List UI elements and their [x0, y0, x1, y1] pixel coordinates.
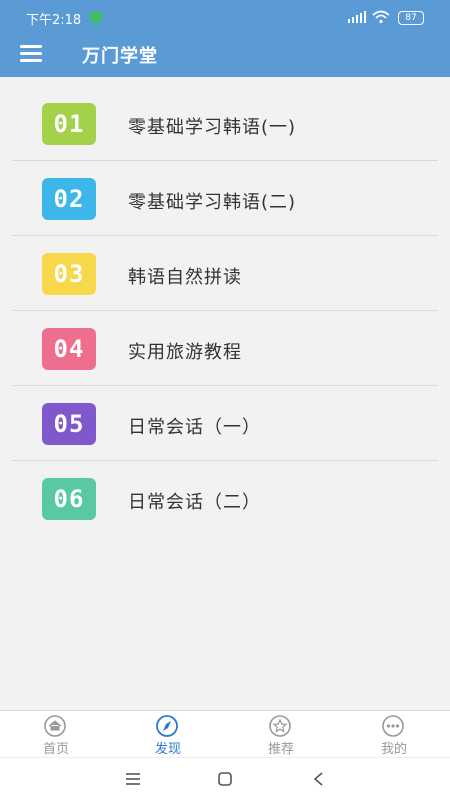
- menu-icon[interactable]: [20, 44, 44, 62]
- course-title: 零基础学习韩语(二): [128, 192, 297, 213]
- tab-label: 发现: [154, 742, 181, 757]
- star-icon: [269, 715, 291, 737]
- course-item-05[interactable]: 05 日常会话（一）: [12, 386, 438, 461]
- signal-icon: [348, 11, 366, 23]
- course-title: 实用旅游教程: [128, 342, 242, 363]
- notification-icon: [90, 11, 102, 23]
- compass-icon: [156, 715, 178, 737]
- course-item-03[interactable]: 03 韩语自然拼读: [12, 236, 438, 311]
- course-title: 韩语自然拼读: [128, 267, 242, 288]
- back-icon[interactable]: [304, 766, 334, 792]
- course-number-badge: 02: [42, 178, 96, 220]
- tab-label: 首页: [42, 742, 69, 757]
- bottom-tab-bar: 首页 发现 推荐 我的: [0, 710, 450, 758]
- battery-icon: 87: [398, 11, 424, 25]
- status-time: 下午2:18: [26, 13, 82, 28]
- tab-label: 我的: [380, 742, 407, 757]
- course-number-badge: 04: [42, 328, 96, 370]
- course-item-06[interactable]: 06 日常会话（二）: [12, 461, 438, 535]
- course-number-badge: 01: [42, 103, 96, 145]
- tab-discover[interactable]: 发现: [112, 711, 224, 758]
- tab-label: 推荐: [267, 742, 294, 757]
- tab-recommend[interactable]: 推荐: [225, 711, 337, 758]
- course-title: 零基础学习韩语(一): [128, 117, 297, 138]
- status-bar: 下午2:18 87: [0, 0, 450, 32]
- home-icon: [44, 715, 66, 737]
- home-button-icon[interactable]: [210, 766, 240, 792]
- course-item-02[interactable]: 02 零基础学习韩语(二): [12, 161, 438, 236]
- tab-mine[interactable]: 我的: [338, 711, 450, 758]
- course-list: 01 零基础学习韩语(一) 02 零基础学习韩语(二) 03 韩语自然拼读 04…: [12, 86, 438, 535]
- course-number-badge: 05: [42, 403, 96, 445]
- recents-icon[interactable]: [118, 766, 148, 792]
- system-nav-bar: [0, 757, 450, 801]
- app-bar: 万门学堂: [0, 32, 450, 77]
- course-number-badge: 06: [42, 478, 96, 520]
- course-number-badge: 03: [42, 253, 96, 295]
- wifi-icon: [372, 10, 390, 24]
- course-title: 日常会话（二）: [128, 492, 261, 513]
- course-item-01[interactable]: 01 零基础学习韩语(一): [12, 86, 438, 161]
- page-title: 万门学堂: [82, 46, 158, 67]
- tab-home[interactable]: 首页: [0, 711, 112, 758]
- course-item-04[interactable]: 04 实用旅游教程: [12, 311, 438, 386]
- course-title: 日常会话（一）: [128, 417, 261, 438]
- more-icon: [382, 715, 404, 737]
